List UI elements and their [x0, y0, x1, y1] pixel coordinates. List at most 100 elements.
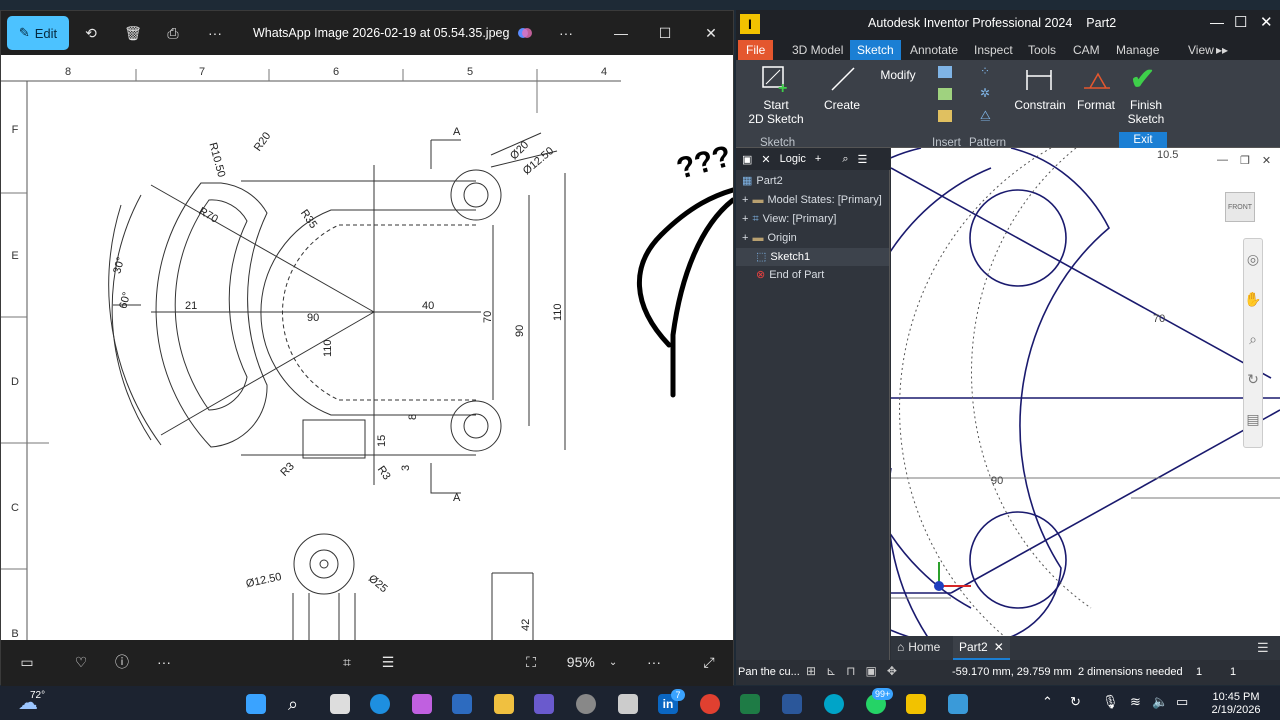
- battery-icon[interactable]: ▭: [1176, 694, 1188, 710]
- constrain-button[interactable]: Constrain: [1012, 98, 1068, 112]
- more-options-icon[interactable]: ···: [554, 17, 578, 49]
- move-icon[interactable]: ✥: [887, 664, 897, 678]
- text-scan-icon[interactable]: ☰: [376, 646, 400, 678]
- finish-sketch-button[interactable]: Finish Sketch: [1124, 98, 1168, 126]
- close-icon[interactable]: ✕: [699, 17, 723, 49]
- snipping-icon[interactable]: [948, 694, 968, 714]
- menu-icon[interactable]: ☰: [1257, 640, 1269, 656]
- teams-icon[interactable]: [534, 694, 554, 714]
- start-icon[interactable]: [246, 694, 266, 714]
- tab-part2[interactable]: Part2 ✕: [953, 636, 1010, 660]
- dimension-icon[interactable]: [1024, 64, 1054, 99]
- tab-cam[interactable]: CAM: [1067, 40, 1106, 60]
- explorer-icon[interactable]: [494, 694, 514, 714]
- more-icon[interactable]: ···: [642, 646, 666, 678]
- insert-points-icon[interactable]: [938, 88, 952, 100]
- browser-close-icon[interactable]: ✕: [761, 153, 770, 166]
- expand-icon[interactable]: ⤢: [697, 646, 721, 678]
- app-icon[interactable]: [576, 694, 596, 714]
- browser-mode-tab[interactable]: Logic: [780, 153, 806, 165]
- mirror-icon[interactable]: ⧋: [980, 108, 991, 123]
- minimize-icon[interactable]: —: [1217, 154, 1228, 167]
- pan-icon[interactable]: ✋: [1244, 279, 1262, 319]
- more-icon[interactable]: ···: [152, 646, 176, 678]
- tree-item-end-of-part[interactable]: ⊗ End of Part: [756, 266, 824, 284]
- scan-icon[interactable]: ⌗: [335, 646, 359, 678]
- print-icon[interactable]: ⎙: [161, 17, 185, 49]
- restore-icon[interactable]: ❐: [1240, 154, 1250, 167]
- tab-manage[interactable]: Manage: [1110, 40, 1165, 60]
- menu-icon[interactable]: ☰: [858, 153, 868, 166]
- favorite-icon[interactable]: ♡: [69, 646, 93, 678]
- volume-icon[interactable]: 🔈: [1152, 694, 1168, 710]
- tree-item-origin[interactable]: + ▬ Origin: [742, 229, 797, 247]
- inventor-taskbar-icon[interactable]: [906, 694, 926, 714]
- more-icon[interactable]: ···: [203, 17, 227, 49]
- display-icon[interactable]: ▣: [866, 664, 877, 678]
- insert-image-icon[interactable]: [938, 66, 952, 78]
- tab-3d-model[interactable]: 3D Model: [786, 40, 849, 60]
- chrome-icon[interactable]: [700, 694, 720, 714]
- clock[interactable]: 10:45 PM 2/19/2026: [1208, 691, 1264, 717]
- close-icon[interactable]: ✕: [1260, 13, 1273, 31]
- close-icon[interactable]: ✕: [994, 640, 1004, 654]
- viewcube[interactable]: FRONT: [1225, 192, 1255, 222]
- sync-icon[interactable]: ↻: [1070, 694, 1081, 710]
- close-icon[interactable]: ✕: [1262, 154, 1271, 167]
- create-button[interactable]: Create: [820, 98, 864, 112]
- filmstrip-icon[interactable]: ▭: [15, 646, 39, 678]
- zoom-dropdown[interactable]: 95% ⌄: [557, 646, 627, 678]
- excel-icon[interactable]: [740, 694, 760, 714]
- overflow-icon[interactable]: ▸▸: [1210, 40, 1234, 60]
- tree-item-part[interactable]: ▦ Part2: [742, 172, 783, 190]
- add-icon[interactable]: +: [815, 153, 821, 165]
- copilot-icon[interactable]: [513, 17, 537, 49]
- constraint-icon[interactable]: ⊓: [846, 664, 855, 678]
- tree-item-sketch1[interactable]: ⬚ Sketch1: [736, 248, 889, 266]
- chevron-up-icon[interactable]: ⌃: [1042, 694, 1053, 710]
- tab-file[interactable]: File: [738, 40, 774, 60]
- line-icon[interactable]: [828, 64, 858, 99]
- tab-tools[interactable]: Tools: [1022, 40, 1062, 60]
- grid-icon[interactable]: ⊞: [806, 664, 816, 678]
- checkmark-icon[interactable]: ✔: [1130, 62, 1155, 97]
- photos-app-icon[interactable]: [618, 694, 638, 714]
- edge-icon[interactable]: [370, 694, 390, 714]
- canva-icon[interactable]: [824, 694, 844, 714]
- search-icon[interactable]: ⌕: [842, 153, 848, 166]
- start-sketch-button[interactable]: Start 2D Sketch: [746, 98, 806, 126]
- format-icon[interactable]: [1082, 66, 1112, 97]
- browser-panel-icon[interactable]: ▣: [742, 153, 752, 166]
- look-at-icon[interactable]: ▤: [1244, 399, 1262, 439]
- zoom-icon[interactable]: ⌕: [1244, 319, 1262, 359]
- rect-pattern-icon[interactable]: ⁘: [980, 64, 990, 78]
- circ-pattern-icon[interactable]: ✲: [980, 86, 990, 100]
- tree-item-view[interactable]: + ⌗ View: [Primary]: [742, 210, 836, 228]
- microphone-icon[interactable]: 🎙: [1102, 694, 1119, 710]
- rotate-icon[interactable]: ⟲: [79, 17, 103, 49]
- fit-icon[interactable]: ⛶: [519, 646, 543, 678]
- snap-icon[interactable]: ⊾: [826, 664, 836, 678]
- word-icon[interactable]: [782, 694, 802, 714]
- store-icon[interactable]: [452, 694, 472, 714]
- start-sketch-icon[interactable]: +: [760, 64, 790, 99]
- tab-home[interactable]: ⌂ Home: [897, 640, 940, 654]
- steering-wheel-icon[interactable]: ◎: [1244, 239, 1262, 279]
- maximize-icon[interactable]: ☐: [653, 17, 677, 49]
- modify-button[interactable]: Modify: [876, 68, 920, 82]
- info-icon[interactable]: ⓘ: [110, 646, 134, 678]
- edit-button[interactable]: ✎ Edit: [7, 16, 69, 50]
- copilot-icon[interactable]: [412, 694, 432, 714]
- wifi-icon[interactable]: ≋: [1130, 694, 1141, 710]
- format-button[interactable]: Format: [1072, 98, 1120, 112]
- search-icon[interactable]: ⌕: [288, 694, 308, 714]
- insert-acad-icon[interactable]: [938, 110, 952, 122]
- orbit-icon[interactable]: ↻: [1244, 359, 1262, 399]
- graphics-window[interactable]: 10.5 70 90 FRONT ◎ ✋ ⌕ ↻ ▤ — ❐ ✕: [891, 148, 1280, 642]
- minimize-icon[interactable]: —: [609, 17, 633, 49]
- tree-item-model-states[interactable]: + ▬ Model States: [Primary]: [742, 191, 882, 209]
- tab-inspect[interactable]: Inspect: [968, 40, 1019, 60]
- maximize-icon[interactable]: ☐: [1234, 13, 1247, 31]
- tab-sketch[interactable]: Sketch: [850, 40, 901, 60]
- task-view-icon[interactable]: [330, 694, 350, 714]
